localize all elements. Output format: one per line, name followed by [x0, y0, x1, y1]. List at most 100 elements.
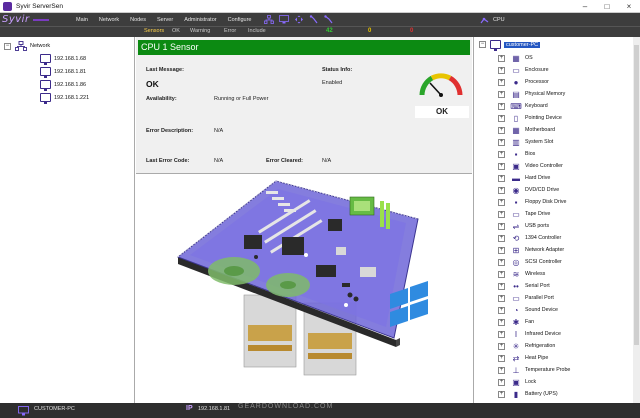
gauge-status-label: OK	[415, 106, 469, 118]
tree-node-3[interactable]: 192.168.1.86	[40, 80, 87, 91]
expand-icon[interactable]: +	[498, 294, 505, 302]
hardware-item[interactable]: + ▬ Hard Drive	[498, 172, 550, 184]
cpu-indicator[interactable]: CPU	[480, 13, 505, 26]
tab-sensors[interactable]: Sensors	[144, 28, 164, 34]
expand-icon[interactable]: +	[498, 234, 505, 242]
menu-server[interactable]: Server	[157, 17, 173, 23]
expand-icon[interactable]: +	[498, 210, 505, 218]
hardware-item[interactable]: + ⇌ USB ports	[498, 220, 549, 232]
maximize-icon[interactable]: □	[596, 0, 618, 13]
menu-configure[interactable]: Configure	[228, 17, 252, 23]
expand-icon[interactable]: +	[498, 306, 505, 314]
hardware-item[interactable]: + ✱ Fan	[498, 316, 534, 328]
menu-network[interactable]: Network	[99, 17, 119, 23]
network-tree-icon[interactable]	[264, 15, 274, 24]
hardware-item-label: DVD/CD Drive	[525, 187, 560, 193]
tab-include[interactable]: Include	[248, 28, 266, 34]
collapse-icon[interactable]: −	[479, 41, 486, 48]
hardware-item[interactable]: + ⊞ Network Adapter	[498, 244, 564, 256]
expand-icon[interactable]: +	[498, 114, 505, 122]
tree-node-2[interactable]: 192.168.1.81	[40, 67, 86, 78]
expand-icon[interactable]: +	[498, 78, 505, 86]
tree-node-label: 192.168.1.86	[54, 81, 87, 88]
hardware-item[interactable]: + ◉ DVD/CD Drive	[498, 184, 559, 196]
hardware-item-label: Lock	[525, 379, 537, 385]
hardware-tree-panel: − customer-PC + ▦ OS + ▭ Enclosure + ● Processor…	[473, 37, 640, 403]
expand-icon[interactable]: +	[498, 270, 505, 278]
hardware-item[interactable]: + ⌨ Keyboard	[498, 100, 548, 112]
tab-warning[interactable]: Warning	[190, 28, 210, 34]
expand-icon[interactable]: +	[498, 126, 505, 134]
hardware-item[interactable]: + ▭ Parallel Port	[498, 292, 554, 304]
hardware-item[interactable]: + ▤ Physical Memory	[498, 88, 565, 100]
tool-icon[interactable]	[324, 15, 334, 24]
expand-icon[interactable]: +	[498, 282, 505, 290]
hardware-item[interactable]: + ▭ Enclosure	[498, 64, 549, 76]
expand-icon[interactable]: +	[498, 54, 505, 62]
monitor-icon[interactable]	[279, 15, 289, 24]
hardware-item[interactable]: + ● Processor	[498, 76, 549, 88]
component-3d-view[interactable]	[136, 175, 472, 403]
hardware-item[interactable]: + ▥ System Slot	[498, 136, 553, 148]
menu-main[interactable]: Main	[76, 17, 88, 23]
arrows-icon[interactable]	[294, 15, 304, 24]
hardware-item[interactable]: + ⇄ Heat Pipe	[498, 352, 548, 364]
wireless-icon: ≋	[512, 269, 520, 279]
expand-icon[interactable]: +	[498, 66, 505, 74]
menu-nodes[interactable]: Nodes	[130, 17, 146, 23]
hardware-item[interactable]: + ▦ Motherboard	[498, 124, 555, 136]
menu-administrator[interactable]: Administrator	[184, 17, 216, 23]
hardware-item[interactable]: + ▪ Bios	[498, 148, 535, 160]
firewire-icon: ⟲	[512, 233, 520, 243]
tree-node-label: 192.168.1.68	[54, 55, 87, 62]
minimize-icon[interactable]: –	[574, 0, 596, 13]
close-icon[interactable]: ×	[618, 0, 640, 13]
hardware-item[interactable]: + ≋ Wireless	[498, 268, 545, 280]
expand-icon[interactable]: +	[498, 354, 505, 362]
hardware-item[interactable]: + ▯ Pointing Device	[498, 112, 562, 124]
hardware-item[interactable]: + ▪ Floppy Disk Drive	[498, 196, 567, 208]
hardware-item[interactable]: + ◔ Sound Device	[498, 304, 558, 316]
hardware-item[interactable]: + ⊥ Temperature Probe	[498, 364, 570, 376]
hardware-item-label: Enclosure	[525, 67, 549, 73]
collapse-icon[interactable]: −	[4, 42, 11, 50]
expand-icon[interactable]: +	[498, 246, 505, 254]
hardware-item[interactable]: + ▦ OS	[498, 52, 533, 64]
scrollbar-thumb[interactable]	[634, 45, 639, 345]
expand-icon[interactable]: +	[498, 378, 505, 386]
ip-label: IP	[186, 405, 193, 412]
expand-icon[interactable]: +	[498, 90, 505, 98]
expand-icon[interactable]: +	[498, 222, 505, 230]
expand-icon[interactable]: +	[498, 162, 505, 170]
expand-icon[interactable]: +	[498, 186, 505, 194]
expand-icon[interactable]: +	[498, 390, 505, 398]
hardware-item[interactable]: + •• Serial Port	[498, 280, 550, 292]
hardware-item[interactable]: + ▭ Tape Drive	[498, 208, 550, 220]
expand-icon[interactable]: +	[498, 330, 505, 338]
hardware-item[interactable]: + ▣ Lock	[498, 376, 536, 388]
tree-node-4[interactable]: 192.168.1.221	[40, 93, 89, 104]
expand-icon[interactable]: +	[498, 318, 505, 326]
hardware-item[interactable]: + ▮ Battery (UPS)	[498, 388, 558, 400]
scrollbar[interactable]	[633, 37, 640, 403]
wrench-icon[interactable]	[309, 15, 319, 24]
hardware-item[interactable]: + ⟲ 1394 Controller	[498, 232, 561, 244]
tree-node-1[interactable]: 192.168.1.68	[40, 54, 87, 65]
tab-error[interactable]: Error	[224, 28, 236, 34]
hardware-item[interactable]: + I Infrared Device	[498, 328, 561, 340]
expand-icon[interactable]: +	[498, 258, 505, 266]
expand-icon[interactable]: +	[498, 102, 505, 110]
expand-icon[interactable]: +	[498, 366, 505, 374]
tab-ok[interactable]: OK	[172, 28, 180, 34]
hardware-item[interactable]: + ✳ Refrigeration	[498, 340, 555, 352]
hardware-item[interactable]: + ▣ Video Controller	[498, 160, 563, 172]
bios-icon: ▪	[514, 149, 518, 159]
tree-root-network[interactable]: − Network	[4, 41, 50, 51]
expand-icon[interactable]: +	[498, 174, 505, 182]
hardware-tree-root[interactable]: − customer-PC	[479, 40, 541, 51]
expand-icon[interactable]: +	[498, 342, 505, 350]
expand-icon[interactable]: +	[498, 150, 505, 158]
expand-icon[interactable]: +	[498, 138, 505, 146]
hardware-item[interactable]: + ◎ SCSI Controller	[498, 256, 562, 268]
expand-icon[interactable]: +	[498, 198, 505, 206]
